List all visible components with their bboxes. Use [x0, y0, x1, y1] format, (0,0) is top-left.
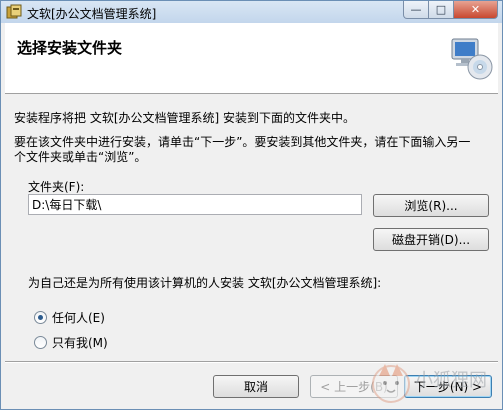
radio-everyone[interactable]: 任何人(E) [34, 309, 105, 326]
radio-everyone-indicator[interactable] [34, 311, 47, 324]
radio-only-me-label: 只有我(M) [52, 336, 108, 350]
installer-window: 文软[办公文档管理系统] — □ ✕ 选择安装文件夹 安装程序将把 文软[办公文… [0, 0, 503, 410]
cancel-button[interactable]: 取消 [213, 375, 299, 398]
folder-path-input[interactable] [28, 194, 362, 215]
browse-button[interactable]: 浏览(R)... [373, 194, 489, 217]
title-bar[interactable]: 文软[办公文档管理系统] — □ ✕ [1, 1, 502, 23]
header-panel: 选择安装文件夹 [5, 23, 498, 94]
window-controls: — □ ✕ [403, 1, 498, 20]
site-watermark-logo: 小狐狸网 [372, 364, 487, 403]
minimize-button[interactable]: — [403, 1, 429, 19]
radio-only-me-indicator[interactable] [34, 336, 47, 349]
computer-cd-icon [451, 38, 493, 80]
instruction-text-line2: 个文件夹或单击“浏览”。 [14, 150, 147, 164]
window-title: 文软[办公文档管理系统] [27, 7, 157, 21]
install-for-question: 为自己还是为所有使用该计算机的人安装 文软[办公文档管理系统]: [28, 276, 382, 290]
radio-only-me[interactable]: 只有我(M) [34, 334, 108, 351]
watermark-text: 小狐狸网 [415, 370, 487, 391]
installer-app-icon [6, 4, 22, 19]
folder-label: 文件夹(F): [28, 180, 85, 194]
radio-everyone-label: 任何人(E) [52, 311, 105, 325]
maximize-button[interactable]: □ [429, 1, 454, 19]
page-title: 选择安装文件夹 [17, 39, 123, 57]
close-button[interactable]: ✕ [454, 1, 498, 19]
intro-text: 安装程序将把 文软[办公文档管理系统] 安装到下面的文件夹中。 [14, 111, 355, 125]
disk-cost-button[interactable]: 磁盘开销(D)... [373, 228, 489, 251]
